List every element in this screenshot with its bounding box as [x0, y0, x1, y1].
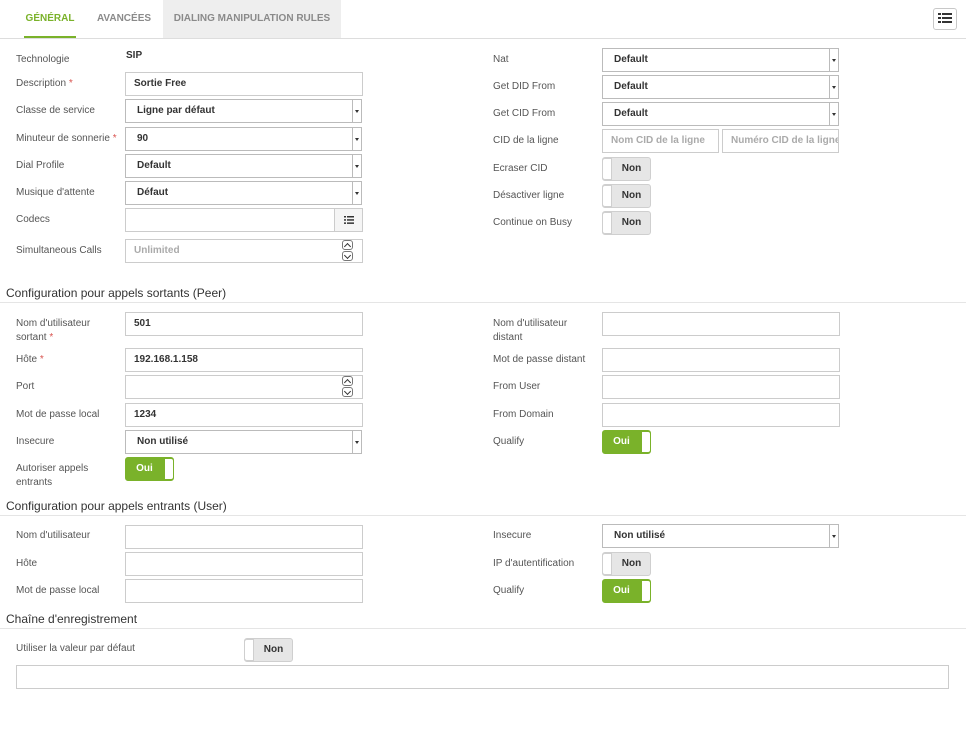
port-label: Port	[16, 381, 35, 392]
chevron-down-icon	[829, 76, 838, 98]
codecs-input[interactable]	[125, 208, 363, 232]
from-domain-input[interactable]	[602, 403, 840, 427]
continue-on-busy-toggle[interactable]: Non	[602, 211, 651, 235]
divider	[0, 302, 966, 303]
music-on-hold-select[interactable]: Défaut	[125, 181, 362, 205]
chevron-down-icon	[352, 155, 361, 177]
chevron-down-icon	[829, 103, 838, 125]
codecs-list-button[interactable]	[334, 209, 362, 231]
codecs-label: Codecs	[16, 214, 50, 225]
peer-local-password-label: Mot de passe local	[16, 409, 100, 420]
remote-username-label: Nom d'utilisateur distant	[493, 318, 568, 343]
port-input[interactable]	[125, 375, 363, 399]
service-class-select[interactable]: Ligne par défaut	[125, 99, 362, 123]
user-username-input[interactable]	[125, 525, 363, 549]
outgoing-username-label: Nom d'utilisateur sortant *	[16, 318, 91, 343]
music-on-hold-label: Musique d'attente	[16, 187, 95, 198]
tab-dialing-manipulation-rules[interactable]: DIALING MANIPULATION RULES	[163, 0, 341, 38]
remote-password-input[interactable]	[602, 348, 840, 372]
user-username-label: Nom d'utilisateur	[16, 530, 91, 541]
get-did-from-select[interactable]: Default	[602, 75, 839, 99]
nat-label: Nat	[493, 54, 509, 65]
peer-local-password-input[interactable]: 1234	[125, 403, 363, 427]
allow-incoming-label: Autoriser appels entrants	[16, 463, 89, 488]
remote-password-label: Mot de passe distant	[493, 354, 586, 365]
line-cid-label: CID de la ligne	[493, 135, 559, 146]
user-insecure-select[interactable]: Non utilisé	[602, 524, 839, 548]
dial-profile-select[interactable]: Default	[125, 154, 362, 178]
service-class-label: Classe de service	[16, 105, 95, 116]
simultaneous-calls-placeholder: Unlimited	[134, 245, 180, 256]
description-label: Description *	[16, 78, 73, 89]
number-stepper[interactable]	[342, 240, 354, 262]
chevron-down-icon	[352, 431, 361, 453]
get-did-from-label: Get DID From	[493, 81, 556, 92]
overwrite-cid-label: Ecraser CID	[493, 163, 548, 174]
tab-general[interactable]: GÉNÉRAL	[16, 0, 84, 38]
overwrite-cid-toggle[interactable]: Non	[602, 157, 651, 181]
peer-section-title: Configuration pour appels sortants (Peer…	[6, 286, 227, 300]
peer-insecure-select[interactable]: Non utilisé	[125, 430, 362, 454]
line-cid-name-input[interactable]: Nom CID de la ligne	[602, 129, 719, 153]
line-cid-number-input[interactable]: Numéro CID de la ligne	[722, 129, 839, 153]
technology-value: SIP	[126, 50, 143, 61]
chevron-up-icon[interactable]	[342, 240, 353, 250]
chevron-down-icon	[352, 100, 361, 122]
peer-host-input[interactable]: 192.168.1.158	[125, 348, 363, 372]
ring-timer-label: Minuteur de sonnerie *	[16, 133, 117, 144]
peer-qualify-label: Qualify	[493, 436, 525, 447]
user-host-input[interactable]	[125, 552, 363, 576]
dial-profile-label: Dial Profile	[16, 160, 65, 171]
user-local-password-label: Mot de passe local	[16, 585, 100, 596]
description-input[interactable]: Sortie Free	[125, 72, 363, 96]
divider	[0, 628, 966, 629]
chevron-down-icon	[829, 49, 838, 71]
peer-host-label: Hôte *	[16, 354, 44, 365]
chevron-down-icon	[352, 182, 361, 204]
tab-advanced[interactable]: AVANCÉES	[90, 0, 158, 38]
chevron-down-icon	[829, 525, 838, 547]
continue-on-busy-label: Continue on Busy	[493, 217, 572, 228]
simultaneous-calls-label: Simultaneous Calls	[16, 245, 102, 256]
registration-string-input[interactable]	[16, 665, 949, 689]
ip-auth-label: IP d'autentification	[493, 558, 575, 569]
chevron-down-icon[interactable]	[342, 387, 353, 397]
allow-incoming-toggle[interactable]: Oui	[125, 457, 174, 481]
list-icon	[938, 13, 952, 23]
user-host-label: Hôte	[16, 558, 38, 569]
from-user-label: From User	[493, 381, 541, 392]
ip-auth-toggle[interactable]: Non	[602, 552, 651, 576]
list-view-button[interactable]	[933, 8, 957, 30]
peer-insecure-label: Insecure	[16, 436, 55, 447]
simultaneous-calls-input[interactable]: Unlimited	[125, 239, 363, 263]
user-qualify-toggle[interactable]: Oui	[602, 579, 651, 603]
nat-select[interactable]: Default	[602, 48, 839, 72]
list-icon	[344, 216, 354, 224]
user-local-password-input[interactable]	[125, 579, 363, 603]
peer-qualify-toggle[interactable]: Oui	[602, 430, 651, 454]
ring-timer-select[interactable]: 90	[125, 127, 362, 151]
get-cid-from-label: Get CID From	[493, 108, 556, 119]
use-default-label: Utiliser la valeur par défaut	[16, 643, 135, 654]
divider	[0, 515, 966, 516]
tab-bar: GÉNÉRAL AVANCÉES DIALING MANIPULATION RU…	[0, 0, 966, 39]
registration-section-title: Chaîne d'enregistrement	[6, 612, 138, 626]
disable-line-toggle[interactable]: Non	[602, 184, 651, 208]
chevron-up-icon[interactable]	[342, 376, 353, 386]
get-cid-from-select[interactable]: Default	[602, 102, 839, 126]
from-domain-label: From Domain	[493, 409, 554, 420]
user-qualify-label: Qualify	[493, 585, 525, 596]
from-user-input[interactable]	[602, 375, 840, 399]
disable-line-label: Désactiver ligne	[493, 190, 565, 201]
use-default-toggle[interactable]: Non	[244, 638, 293, 662]
user-insecure-label: Insecure	[493, 530, 532, 541]
user-section-title: Configuration pour appels entrants (User…	[6, 499, 227, 513]
number-stepper[interactable]	[342, 376, 354, 398]
technology-label: Technologie	[16, 54, 70, 65]
remote-username-input[interactable]	[602, 312, 840, 336]
chevron-down-icon	[352, 128, 361, 150]
outgoing-username-input[interactable]: 501	[125, 312, 363, 336]
chevron-down-icon[interactable]	[342, 251, 353, 261]
